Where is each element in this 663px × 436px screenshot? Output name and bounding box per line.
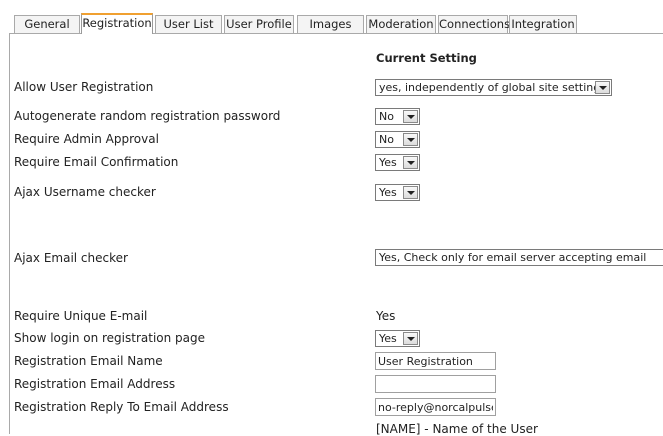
admin-approval-select[interactable]: No [375, 131, 420, 148]
email-address-label: Registration Email Address [14, 377, 176, 391]
chevron-down-icon[interactable] [595, 81, 610, 94]
email-name-label: Registration Email Name [14, 354, 163, 368]
admin-approval-value: No [379, 133, 394, 146]
autogen-password-select[interactable]: No [375, 108, 420, 125]
chevron-down-icon[interactable] [403, 156, 418, 169]
email-confirmation-select[interactable]: Yes [375, 154, 420, 171]
show-login-select[interactable]: Yes [375, 330, 420, 347]
tab-general[interactable]: General [14, 15, 80, 33]
panel-border [9, 33, 10, 434]
show-login-label: Show login on registration page [14, 331, 206, 345]
ajax-username-value: Yes [379, 186, 397, 199]
email-address-input[interactable] [375, 375, 496, 393]
autogen-password-label: Autogenerate random registration passwor… [14, 109, 281, 123]
ajax-email-value: Yes, Check only for email server accepti… [379, 251, 647, 264]
tab-moderation[interactable]: Moderation [366, 15, 436, 33]
current-setting-header: Current Setting [376, 51, 477, 65]
chevron-down-icon[interactable] [403, 332, 418, 345]
unique-email-label: Require Unique E-mail [14, 309, 148, 323]
tab-registration[interactable]: Registration [81, 13, 153, 34]
chevron-down-icon[interactable] [403, 133, 418, 146]
chevron-down-icon[interactable] [403, 110, 418, 123]
reply-to-label: Registration Reply To Email Address [14, 400, 229, 414]
show-login-value: Yes [379, 332, 397, 345]
ajax-email-label: Ajax Email checker [14, 251, 128, 265]
ajax-username-label: Ajax Username checker [14, 185, 156, 199]
ajax-email-select[interactable]: Yes, Check only for email server accepti… [375, 249, 663, 266]
tab-user-profile[interactable]: User Profile [224, 15, 294, 33]
tab-user-list[interactable]: User List [155, 15, 222, 33]
unique-email-value: Yes [376, 309, 396, 323]
tab-images[interactable]: Images [297, 15, 364, 33]
chevron-down-icon[interactable] [403, 186, 418, 199]
admin-approval-label: Require Admin Approval [14, 132, 159, 146]
tab-bar: General Registration User List User Prof… [0, 0, 663, 34]
email-confirmation-value: Yes [379, 156, 397, 169]
autogen-password-value: No [379, 110, 394, 123]
tab-connections[interactable]: Connections [438, 15, 510, 33]
allow-registration-value: yes, independently of global site settin… [379, 81, 601, 94]
ajax-username-select[interactable]: Yes [375, 184, 420, 201]
email-name-input[interactable] [375, 352, 496, 370]
email-confirmation-label: Require Email Confirmation [14, 155, 179, 169]
allow-registration-select[interactable]: yes, independently of global site settin… [375, 79, 612, 96]
reply-to-input[interactable] [375, 398, 496, 416]
allow-registration-label: Allow User Registration [14, 80, 154, 94]
tab-integration[interactable]: Integration [509, 15, 577, 33]
